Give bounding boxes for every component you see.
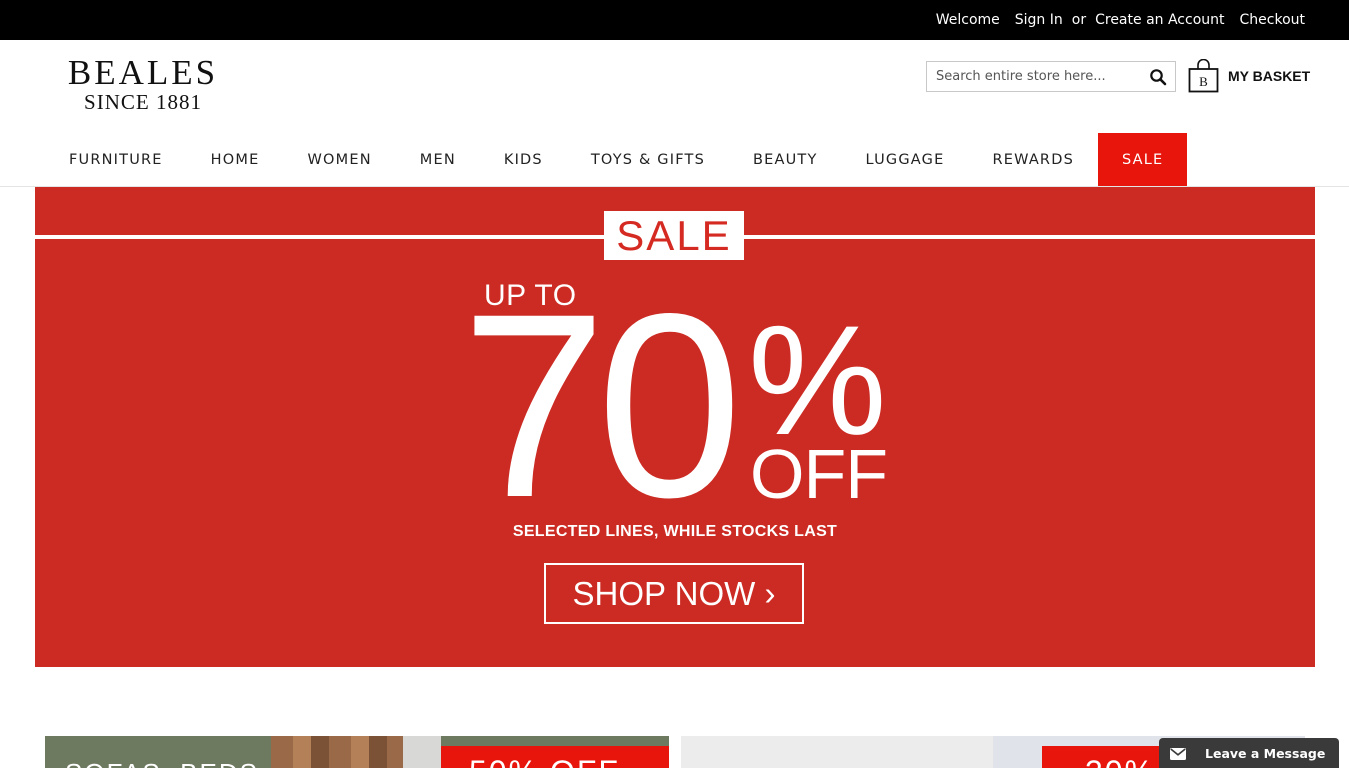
hero-sale-badge: SALE <box>604 211 744 260</box>
basket-label: MY BASKET <box>1228 68 1311 84</box>
search-input[interactable] <box>927 62 1137 91</box>
sign-in-link[interactable]: Sign In <box>1015 12 1063 28</box>
shop-now-button[interactable]: SHOP NOW › <box>544 563 804 624</box>
brand-name: BEALES <box>67 53 219 92</box>
nav-item-furniture[interactable]: FURNITURE <box>45 133 187 187</box>
sale-hero-banner[interactable]: SALE UP TO 70 % OFF SELECTED LINES, WHIL… <box>35 187 1315 667</box>
promo-tile-sofas-beds[interactable]: SOFAS, BEDS 50% OFF <box>45 736 669 768</box>
hero-off-text: OFF <box>750 435 888 513</box>
basket-link[interactable]: B MY BASKET <box>1188 58 1310 94</box>
checkout-link[interactable]: Checkout <box>1240 12 1306 28</box>
nav-item-luggage[interactable]: LUGGAGE <box>842 133 969 187</box>
promo-image-wood <box>271 736 403 768</box>
leave-message-widget[interactable]: Leave a Message <box>1159 738 1339 768</box>
search-box <box>926 61 1176 92</box>
welcome-text: Welcome <box>935 12 1000 28</box>
promo-offer-text: 50% OFF <box>469 754 620 768</box>
site-logo[interactable]: BEALES SINCE 1881 <box>66 53 220 114</box>
leave-message-label: Leave a Message <box>1205 745 1326 761</box>
nav-item-rewards[interactable]: REWARDS <box>968 133 1098 187</box>
nav-item-home[interactable]: HOME <box>187 133 284 187</box>
nav-item-toys-gifts[interactable]: TOYS & GIFTS <box>567 133 729 187</box>
main-navigation: FURNITURE HOME WOMEN MEN KIDS TOYS & GIF… <box>45 133 1188 187</box>
top-utility-bar: Welcome Sign In or Create an Account Che… <box>0 0 1349 40</box>
brand-since: SINCE 1881 <box>84 90 202 114</box>
hero-discount-amount: 70 <box>461 259 742 552</box>
envelope-icon <box>1170 747 1186 760</box>
basket-icon-letter: B <box>1199 74 1208 89</box>
promo-heading: SOFAS, BEDS <box>65 758 259 768</box>
shopping-bag-icon: B <box>1188 58 1219 93</box>
nav-item-men[interactable]: MEN <box>396 133 480 187</box>
promo-image-panel <box>403 736 441 768</box>
account-links: Welcome Sign In or Create an Account Che… <box>921 0 1305 40</box>
hero-subtitle: SELECTED LINES, WHILE STOCKS LAST <box>512 523 838 540</box>
nav-item-beauty[interactable]: BEAUTY <box>729 133 842 187</box>
nav-item-kids[interactable]: KIDS <box>480 133 567 187</box>
promo-offer-text: 30% <box>1085 754 1155 768</box>
nav-item-women[interactable]: WOMEN <box>283 133 395 187</box>
search-icon[interactable] <box>1149 68 1167 86</box>
create-account-link[interactable]: Create an Account <box>1095 12 1224 28</box>
or-text: or <box>1071 12 1087 28</box>
nav-item-sale[interactable]: SALE <box>1097 133 1188 187</box>
